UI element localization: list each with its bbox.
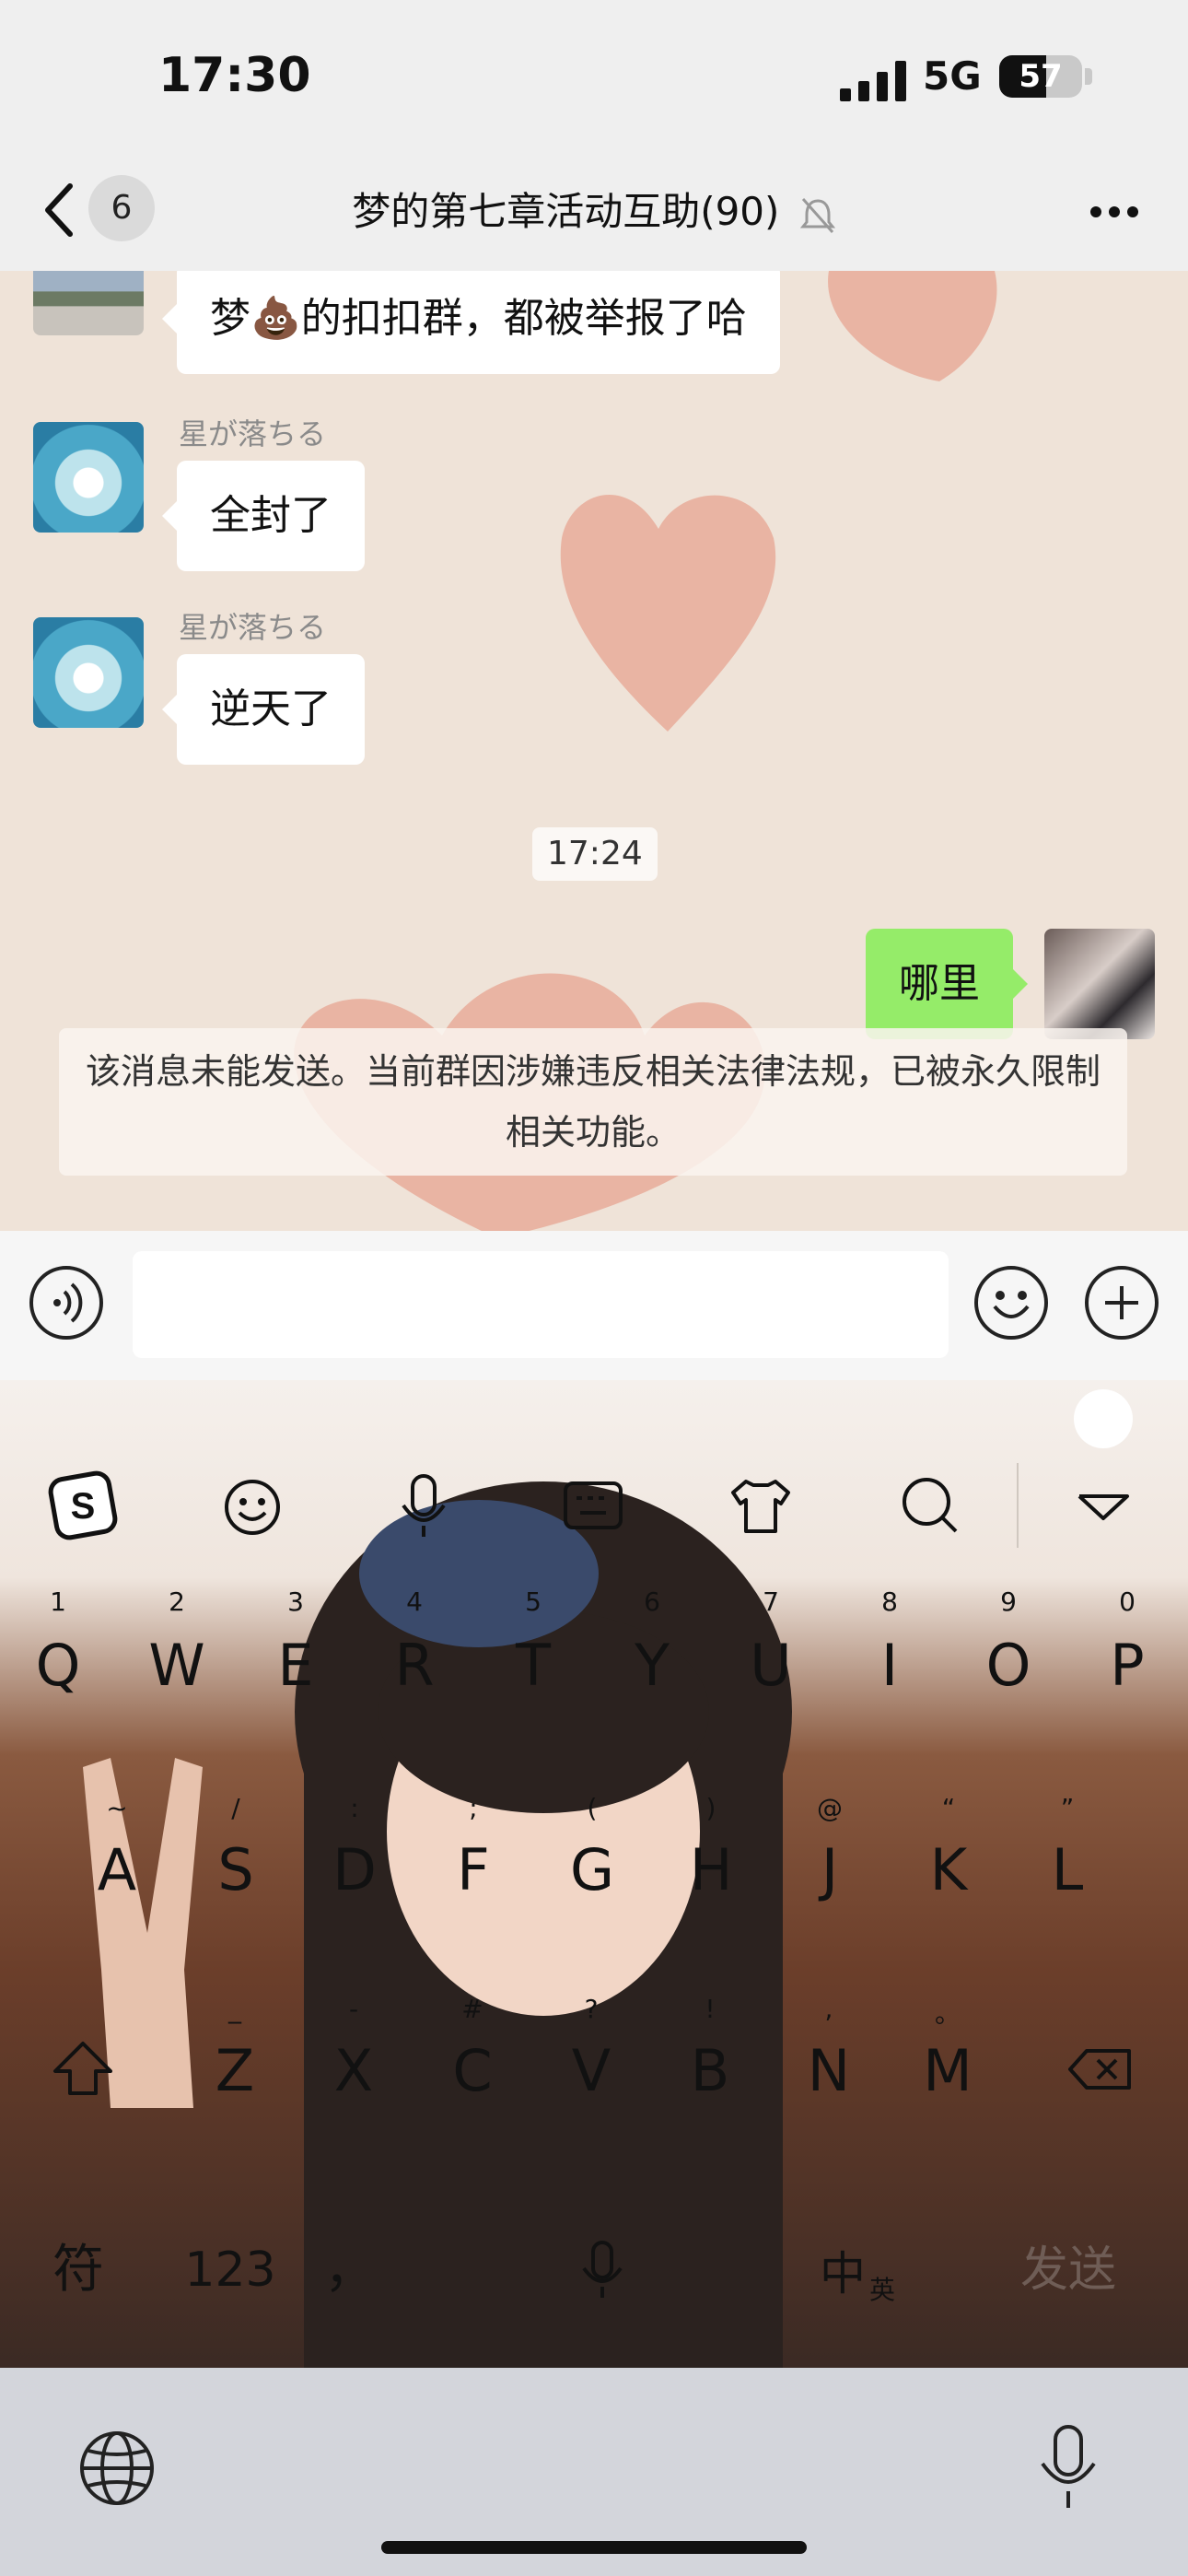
language-switch-key[interactable]: 中 英 (810, 2233, 921, 2325)
key-s[interactable]: S (185, 1815, 286, 1926)
status-time: 17:30 (158, 48, 311, 103)
key-e[interactable]: E (245, 1610, 346, 1721)
message-text: 逆天了 (210, 685, 332, 732)
message-input[interactable] (133, 1251, 949, 1358)
mascot-icon[interactable] (1074, 1389, 1133, 1448)
tshirt-icon[interactable] (724, 1469, 798, 1542)
key-d[interactable]: D (304, 1815, 405, 1926)
numbers-key[interactable]: 123 (175, 2215, 285, 2325)
key-v[interactable]: V (541, 2016, 642, 2126)
bell-slash-icon (799, 197, 835, 233)
key-k[interactable]: K (898, 1815, 999, 1926)
key-r[interactable]: R (364, 1610, 465, 1721)
symbols-key[interactable]: 符 (28, 2215, 129, 2325)
home-indicator[interactable] (381, 2541, 807, 2554)
dictation-microphone-icon[interactable] (1033, 2421, 1103, 2513)
key-p[interactable]: P (1077, 1610, 1178, 1721)
key-q[interactable]: Q (7, 1610, 109, 1721)
shift-key[interactable] (46, 2032, 120, 2106)
chat-title: 梦的第七章活动互助(90) (0, 181, 1188, 237)
key-y[interactable]: Y (601, 1610, 703, 1721)
message-list[interactable]: 梦💩的扣扣群，都被举报了哈 星が落ちる 全封了 星が落ちる 逆天了 17:24 … (0, 271, 1188, 1231)
search-icon[interactable] (893, 1469, 967, 1542)
key-x[interactable]: X (303, 2016, 404, 2126)
key-m[interactable]: M (897, 2016, 998, 2126)
sogou-logo-icon[interactable]: S (46, 1469, 120, 1542)
my-avatar[interactable] (1044, 929, 1155, 1039)
globe-icon[interactable] (77, 2429, 157, 2508)
message-text: 哪里 (899, 960, 980, 1007)
sender-name: 星が落ちる (179, 416, 327, 451)
network-type: 5G (923, 53, 982, 99)
key-g[interactable]: G (542, 1815, 643, 1926)
key-i[interactable]: I (839, 1610, 940, 1721)
key-n[interactable]: N (778, 2016, 879, 2126)
keyboard-icon[interactable] (556, 1469, 630, 1542)
avatar[interactable] (33, 271, 144, 335)
svg-text:S: S (71, 1486, 96, 1527)
group-name: 梦的第七章活动互助(90) (352, 189, 780, 234)
sender-name: 星が落ちる (179, 610, 327, 645)
battery-icon: 57 (999, 55, 1082, 98)
message-text: 全封了 (210, 492, 332, 539)
comma-key[interactable]: ， (304, 2215, 396, 2325)
key-h[interactable]: H (660, 1815, 762, 1926)
emoji-icon[interactable] (215, 1469, 289, 1542)
ellipsis-icon[interactable] (1089, 205, 1140, 219)
message-bubble[interactable]: 梦💩的扣扣群，都被举报了哈 (162, 271, 780, 374)
key-z[interactable]: Z (184, 2016, 285, 2126)
battery-level: 57 (1019, 58, 1063, 95)
battery-cap (1085, 68, 1092, 85)
voice-icon[interactable] (29, 1266, 103, 1340)
send-key[interactable]: 发送 (995, 2215, 1142, 2325)
space-mic-icon[interactable] (565, 2233, 639, 2307)
microphone-icon[interactable] (387, 1469, 460, 1542)
key-o[interactable]: O (958, 1610, 1059, 1721)
system-notice: 该消息未能发送。当前群因涉嫌违反相关法律法规，已被永久限制相关功能。 (59, 1028, 1127, 1176)
key-w[interactable]: W (126, 1610, 227, 1721)
delete-key[interactable] (1065, 2032, 1138, 2106)
key-j[interactable]: J (779, 1815, 880, 1926)
avatar[interactable] (33, 422, 144, 533)
timestamp: 17:24 (532, 827, 658, 881)
message-text: 的扣扣群，都被举报了哈 (300, 295, 747, 342)
key-l[interactable]: L (1017, 1815, 1118, 1926)
message-bubble[interactable]: 逆天了 (162, 654, 365, 765)
smiley-icon[interactable] (974, 1266, 1048, 1340)
plus-circle-icon[interactable] (1085, 1266, 1159, 1340)
key-t[interactable]: T (483, 1610, 584, 1721)
poop-emoji: 💩 (250, 295, 301, 342)
lang-sub-label: 英 (869, 2275, 896, 2305)
key-c[interactable]: C (422, 2016, 523, 2126)
lang-main-label: 中 (820, 2247, 866, 2301)
key-a[interactable]: A (66, 1815, 168, 1926)
collapse-triangle-icon[interactable] (1066, 1469, 1140, 1542)
key-b[interactable]: B (659, 2016, 761, 2126)
signal-icon (840, 61, 906, 101)
my-message-bubble[interactable]: 哪里 (866, 929, 1028, 1039)
key-u[interactable]: U (720, 1610, 821, 1721)
wallpaper-heart (560, 494, 776, 732)
toolbar-divider (1017, 1463, 1019, 1548)
message-text: 梦 (210, 295, 250, 342)
avatar[interactable] (33, 617, 144, 728)
wallpaper-heart (828, 271, 997, 381)
key-f[interactable]: F (423, 1815, 524, 1926)
message-bubble[interactable]: 全封了 (162, 461, 365, 571)
